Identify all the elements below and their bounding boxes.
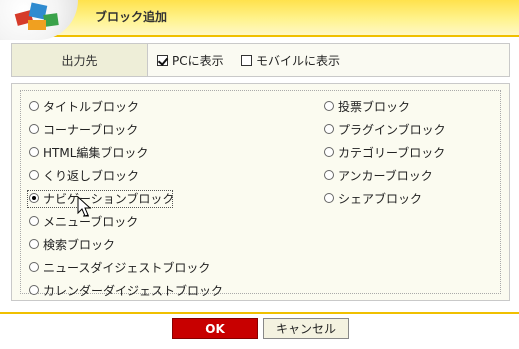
- mobile-checkbox[interactable]: [241, 55, 252, 66]
- block-option-label[interactable]: 検索ブロック: [43, 237, 115, 253]
- radio-button[interactable]: [324, 193, 334, 203]
- radio-button[interactable]: [29, 239, 39, 249]
- dialog-title-bar: ブロック追加: [0, 0, 519, 40]
- ok-button[interactable]: OK: [172, 318, 258, 339]
- block-options-area: タイトルブロック コーナーブロック HTML編集ブロック くり返しブロック ナビゲーショ…: [20, 90, 501, 298]
- radio-button[interactable]: [29, 147, 39, 157]
- block-option-label[interactable]: ニュースダイジェストブロック: [43, 260, 210, 276]
- block-option-label[interactable]: タイトルブロック: [43, 99, 139, 115]
- radio-button[interactable]: [29, 285, 39, 295]
- blocks-icon: [0, 0, 78, 40]
- radio-button[interactable]: [324, 147, 334, 157]
- block-option-label[interactable]: プラグインブロック: [338, 122, 446, 138]
- block-option-label[interactable]: アンカーブロック: [338, 168, 433, 184]
- mobile-checkbox-label[interactable]: モバイルに表示: [256, 54, 340, 68]
- radio-button[interactable]: [29, 216, 39, 226]
- radio-button[interactable]: [324, 170, 334, 180]
- dialog-title: ブロック追加: [95, 10, 168, 24]
- output-label: 出力先: [12, 44, 148, 76]
- radio-button[interactable]: [29, 262, 39, 272]
- radio-button[interactable]: [324, 124, 334, 134]
- radio-button[interactable]: [29, 101, 39, 111]
- pc-checkbox-label[interactable]: PCに表示: [172, 54, 224, 68]
- radio-button[interactable]: [29, 124, 39, 134]
- mouse-cursor-icon: [77, 196, 92, 217]
- radio-button[interactable]: [29, 170, 39, 180]
- focus-outline: [27, 190, 173, 208]
- block-option-label[interactable]: HTML編集ブロック: [43, 145, 148, 161]
- block-option-label[interactable]: カレンダーダイジェストブロック: [43, 283, 223, 299]
- radio-button[interactable]: [324, 101, 334, 111]
- block-option-label[interactable]: カテゴリーブロック: [338, 145, 445, 161]
- block-type-list: タイトルブロック コーナーブロック HTML編集ブロック くり返しブロック ナビゲーショ…: [11, 83, 510, 301]
- block-option-label[interactable]: シェアブロック: [338, 191, 422, 207]
- output-destination-row: 出力先 PCに表示 モバイルに表示: [11, 43, 510, 77]
- block-option-label[interactable]: コーナーブロック: [43, 122, 138, 138]
- block-option-label[interactable]: くり返しブロック: [43, 168, 139, 184]
- pc-checkbox[interactable]: [157, 55, 168, 66]
- block-option-label[interactable]: 投票ブロック: [338, 99, 410, 115]
- cancel-button[interactable]: キャンセル: [263, 318, 349, 339]
- footer-divider: [0, 312, 519, 314]
